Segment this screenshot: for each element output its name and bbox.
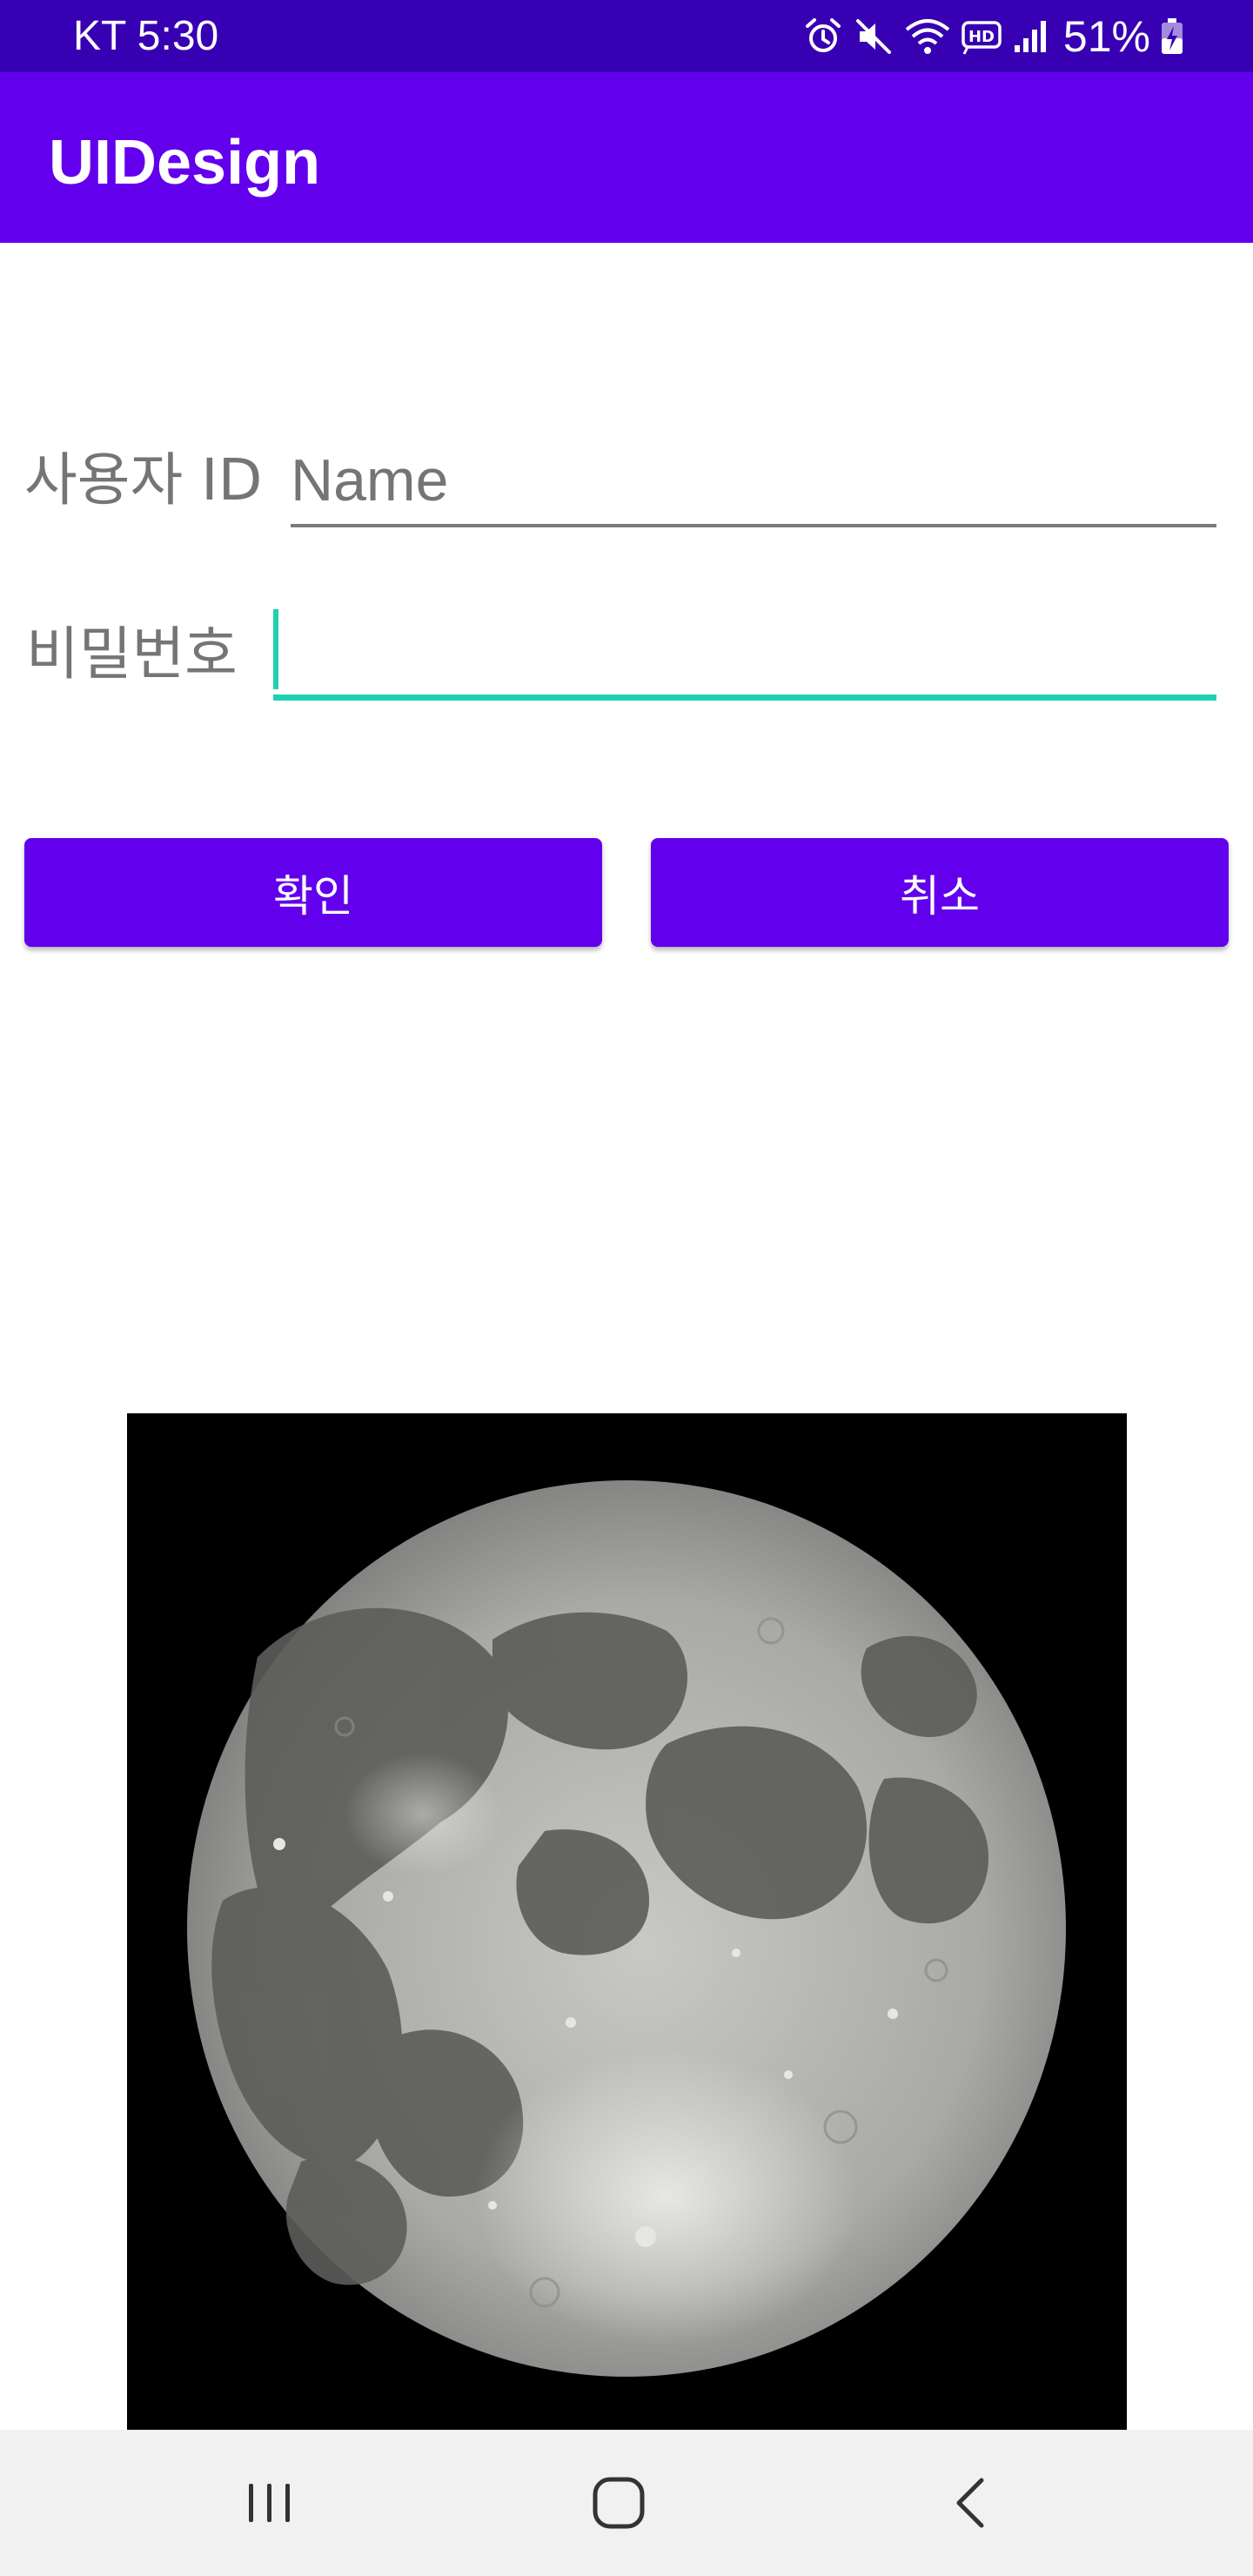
moon-image — [127, 1413, 1127, 2430]
signal-icon — [1013, 16, 1051, 57]
cancel-button[interactable]: 취소 — [651, 838, 1229, 947]
user-id-label: 사용자 ID — [24, 446, 263, 513]
battery-charging-icon — [1159, 16, 1185, 57]
carrier-time: KT 5:30 — [73, 13, 219, 59]
password-input[interactable] — [273, 609, 1213, 693]
home-icon[interactable] — [585, 2468, 654, 2538]
hd-icon: HD — [961, 16, 1004, 57]
svg-text:HD: HD — [968, 28, 995, 46]
user-id-underline — [291, 524, 1216, 527]
alarm-icon — [802, 16, 844, 57]
password-label: 비밀번호 — [26, 621, 238, 688]
battery-percent: 51% — [1062, 12, 1150, 61]
confirm-button-label: 확인 — [273, 870, 353, 922]
user-id-input[interactable] — [291, 442, 1213, 519]
confirm-button[interactable]: 확인 — [24, 838, 602, 947]
mute-icon — [853, 16, 895, 57]
status-icons: HD 51% — [802, 10, 1185, 63]
moon-graphic — [187, 1480, 1066, 2377]
back-icon[interactable] — [938, 2468, 1008, 2538]
app-bar: UIDesign — [0, 72, 1253, 243]
status-bar: KT 5:30 HD 51% — [0, 0, 1253, 72]
cancel-button-label: 취소 — [900, 870, 980, 922]
navigation-bar — [0, 2430, 1253, 2576]
recent-apps-icon[interactable] — [235, 2468, 305, 2538]
password-underline — [273, 694, 1216, 701]
wifi-icon — [903, 16, 952, 57]
app-title: UIDesign — [49, 128, 321, 198]
text-cursor — [273, 609, 278, 689]
